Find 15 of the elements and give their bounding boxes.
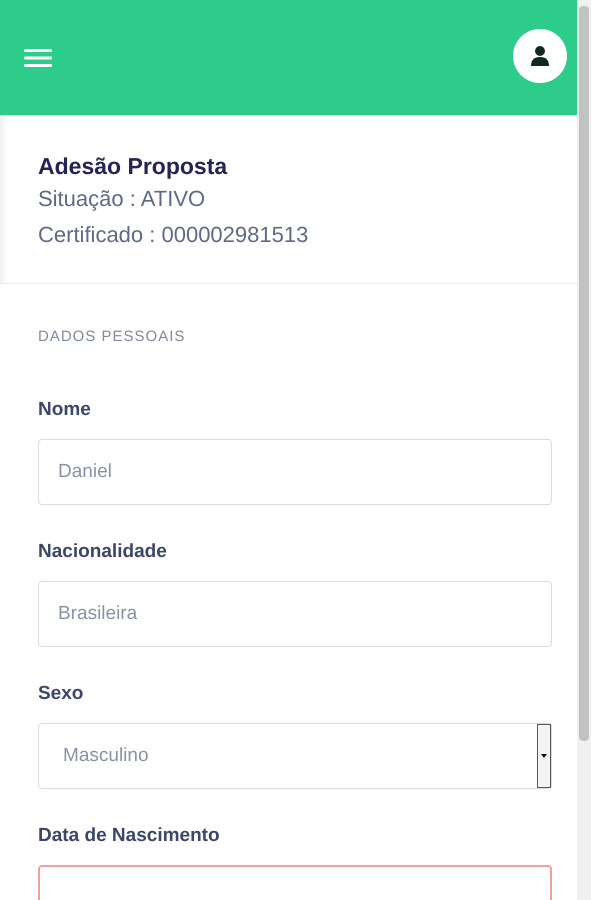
user-icon — [530, 44, 550, 66]
menu-icon[interactable] — [24, 48, 52, 68]
select-field[interactable]: Masculino — [38, 723, 552, 789]
field-label: Sexo — [38, 683, 84, 705]
input-field[interactable]: Daniel — [38, 439, 552, 505]
proposal-title: Adesão Proposta — [38, 152, 228, 181]
field-label: Data de Nascimento — [38, 825, 221, 847]
status-text: Situação : ATIVO — [38, 185, 206, 213]
scrollbar[interactable] — [577, 0, 591, 900]
certificate-text: Certificado : 000002981513 — [38, 221, 310, 249]
section-heading: DADOS PESSOAIS — [38, 328, 186, 345]
field-label: Nacionalidade — [38, 541, 168, 563]
field-label: Nome — [38, 399, 92, 421]
input-field[interactable]: Brasileira — [38, 581, 552, 647]
user-avatar-button[interactable] — [513, 28, 567, 82]
